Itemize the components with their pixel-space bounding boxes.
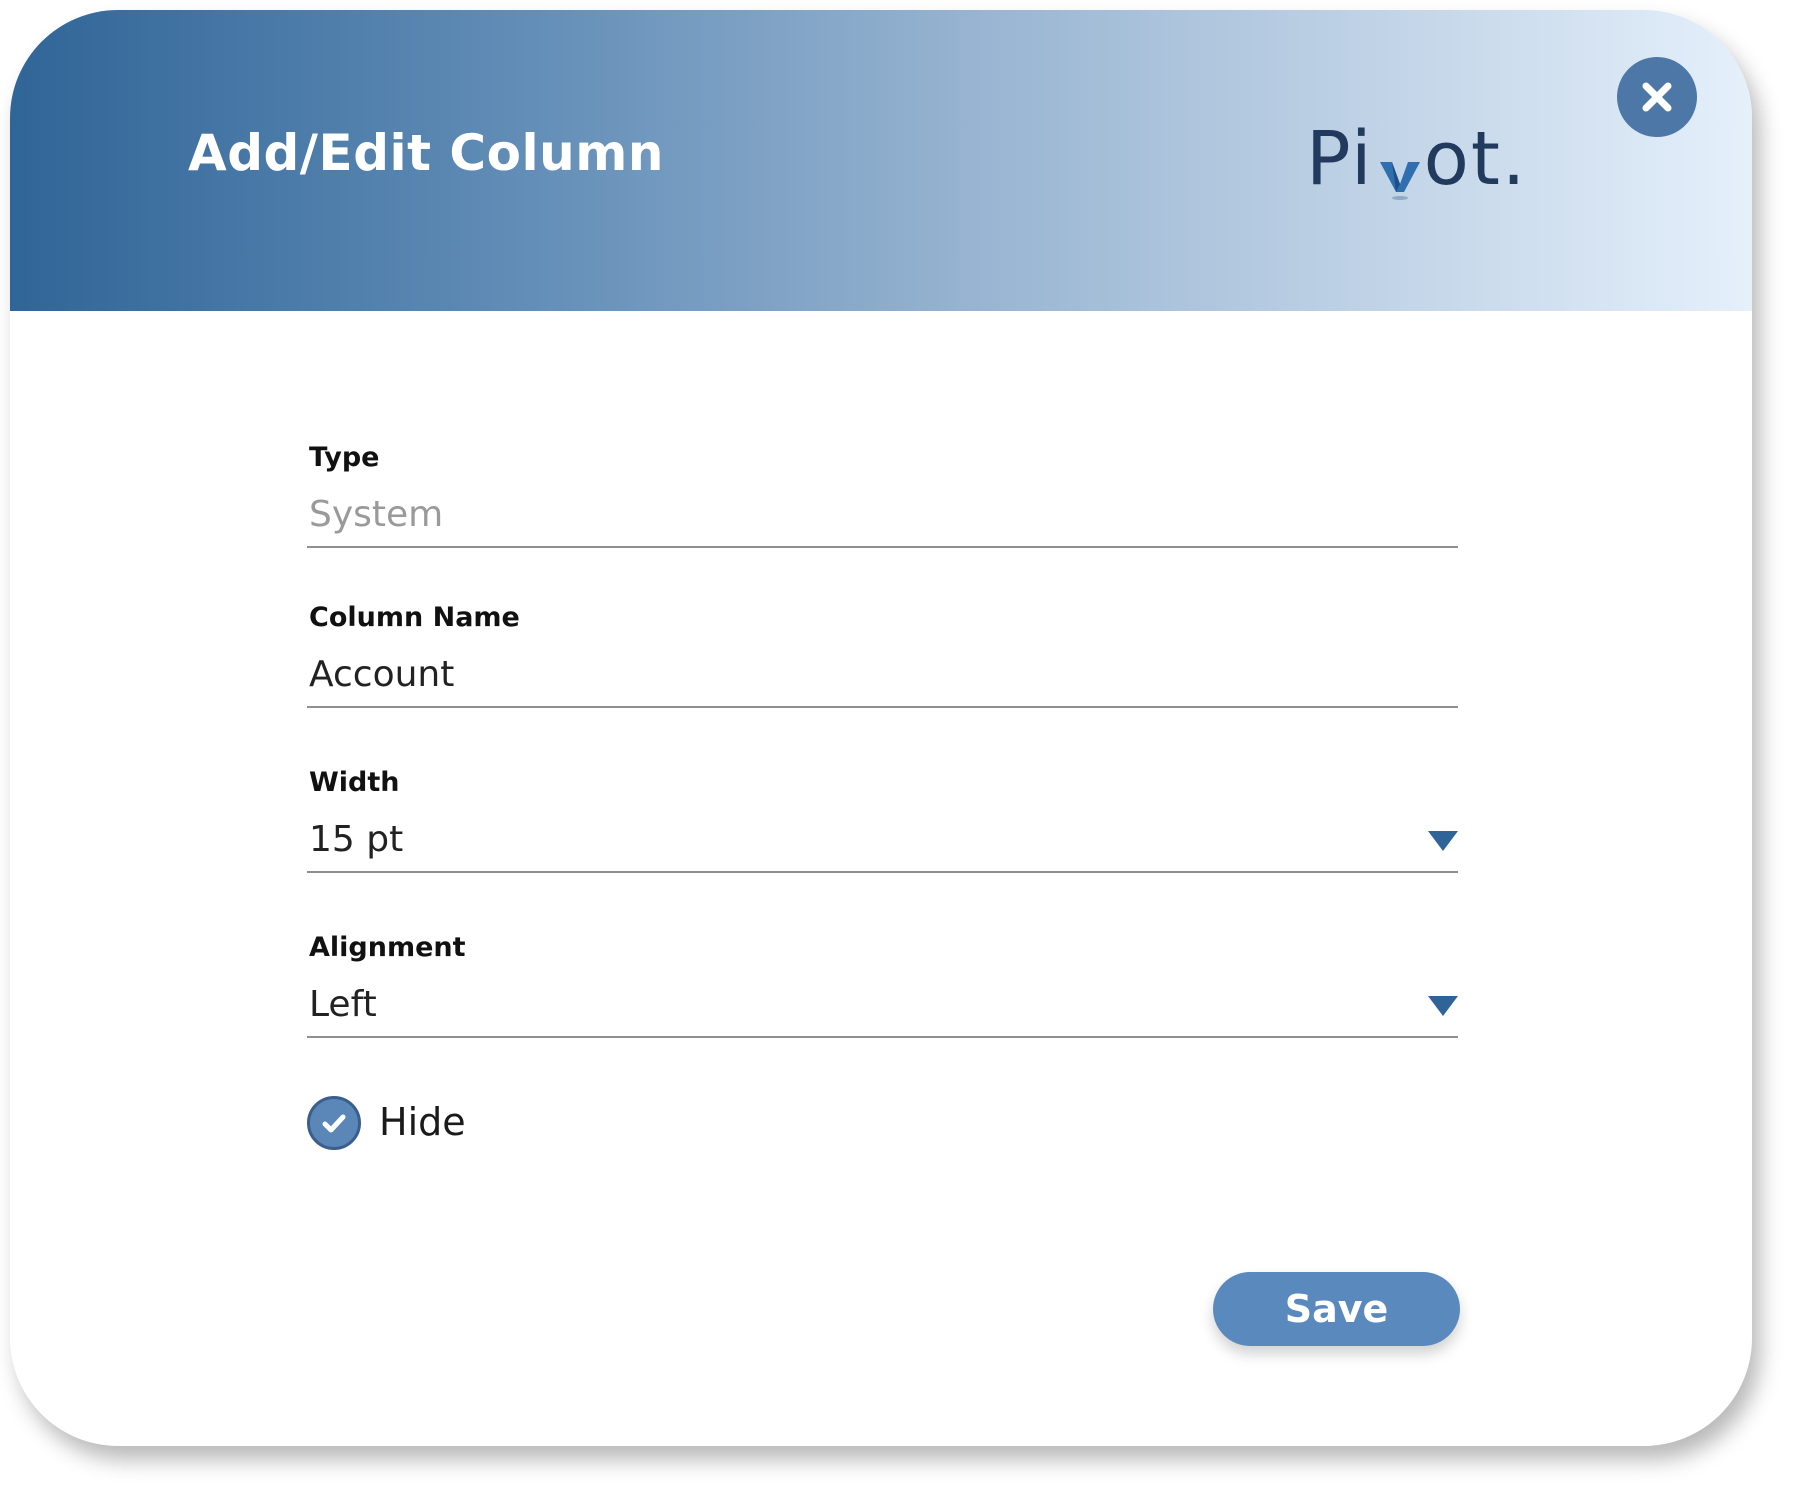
- column-name-label: Column Name: [309, 602, 520, 633]
- hide-label[interactable]: Hide: [379, 1100, 466, 1144]
- close-icon: [1642, 82, 1672, 112]
- column-name-input[interactable]: Account: [307, 640, 1458, 708]
- alignment-select[interactable]: Left: [307, 970, 1458, 1038]
- width-label: Width: [309, 767, 400, 798]
- type-label: Type: [309, 442, 380, 473]
- save-button[interactable]: Save: [1213, 1272, 1460, 1346]
- add-edit-column-dialog: Add/Edit Column Pi ot. Type System Colum…: [10, 10, 1752, 1446]
- width-value: 15 pt: [309, 819, 404, 860]
- hide-checkbox[interactable]: [307, 1096, 361, 1150]
- pivot-logo: Pi ot.: [1306, 114, 1527, 204]
- type-field: System: [307, 480, 1458, 548]
- column-name-value: Account: [309, 654, 455, 695]
- alignment-label: Alignment: [309, 932, 466, 963]
- logo-text-start: Pi: [1306, 116, 1374, 202]
- chevron-down-icon[interactable]: [1428, 996, 1458, 1016]
- logo-text-end: ot.: [1423, 116, 1528, 202]
- checkmark-icon: [322, 1114, 346, 1133]
- close-button[interactable]: [1617, 57, 1697, 137]
- alignment-value: Left: [309, 984, 377, 1025]
- chevron-down-icon[interactable]: [1428, 831, 1458, 851]
- width-select[interactable]: 15 pt: [307, 805, 1458, 873]
- logo-v-mark-icon: [1379, 162, 1420, 200]
- dialog-header: Add/Edit Column Pi ot.: [10, 10, 1752, 311]
- type-value: System: [309, 494, 444, 535]
- dialog-title: Add/Edit Column: [188, 124, 664, 182]
